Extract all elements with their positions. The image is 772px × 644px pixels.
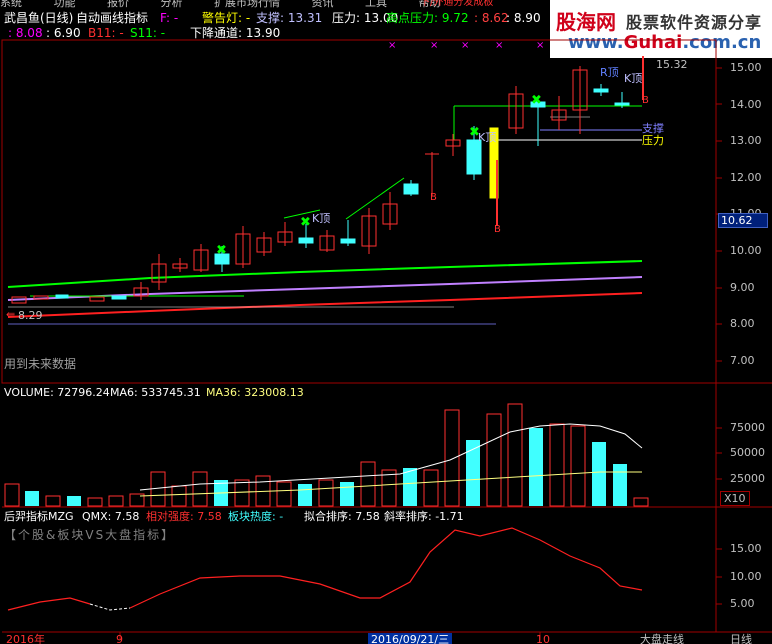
svg-text:✖: ✖ <box>531 93 542 108</box>
indicator-name: 后羿指标MZG <box>4 510 74 523</box>
relative-strength-value: 相对强度: 7.58 <box>146 510 222 523</box>
axis-day: 10 <box>536 633 550 644</box>
stock-chart-window: { "menu": ["系统", "功能", "报价", "分析", "扩展市场… <box>0 0 772 644</box>
k-top-label-3: K顶 <box>624 72 643 85</box>
volume-value: VOLUME: 72796.24 <box>4 386 110 399</box>
k-top-label-1: K顶 <box>312 212 331 225</box>
index-trend-button[interactable]: 大盘走线 <box>640 633 684 644</box>
indicator-subtitle: 【个股&板块VS大盘指标】 <box>4 528 176 542</box>
period-button[interactable]: 日线 <box>730 633 752 644</box>
chart-canvas: × × × × × ✖✖✖✖ BBB ⇚ <box>1 39 772 640</box>
axis-month: 9 <box>116 633 123 644</box>
price-tick-9: 9.00 <box>730 281 755 294</box>
price-tick-10: 10.00 <box>730 244 762 257</box>
svg-text:×: × <box>461 40 469 51</box>
svg-text:✖: ✖ <box>216 243 227 258</box>
qmx-value: QMX: 7.58 <box>82 510 140 523</box>
price-tick-15: 15.00 <box>730 61 762 74</box>
svg-text:×: × <box>388 40 396 51</box>
svg-text:B: B <box>430 192 437 203</box>
axis-current-date[interactable]: 2016/09/21/三 <box>368 633 453 644</box>
low-price-label: 8.29 <box>18 309 43 322</box>
price-tick-7: 7.00 <box>730 354 755 367</box>
svg-text:×: × <box>536 40 544 51</box>
slope-rank-value: 斜率排序: -1.71 <box>384 510 464 523</box>
svg-text:⇚: ⇚ <box>6 308 15 321</box>
k-top-label-2: K顶 <box>478 131 497 144</box>
svg-text:B: B <box>494 224 501 235</box>
indicator-line <box>129 527 643 609</box>
high-price-label: 15.32 <box>656 58 688 71</box>
current-price-tag: 10.62 <box>718 213 768 228</box>
volume-tick-75000: 75000 <box>730 421 765 434</box>
price-tick-14: 14.00 <box>730 98 762 111</box>
price-tick-8: 8.00 <box>730 317 755 330</box>
price-panel-frame <box>1 39 717 384</box>
volume-tick-50000: 50000 <box>730 446 765 459</box>
r-top-label: R顶 <box>600 66 619 79</box>
volume-unit: X10 <box>720 491 750 506</box>
volume-ma6: MA6: 533745.31 <box>110 386 201 399</box>
future-data-note: 用到未来数据 <box>4 357 77 371</box>
indicator-tick-5: 5.00 <box>730 597 755 610</box>
ma-green <box>7 260 643 288</box>
sector-heat-value: 板块热度: - <box>228 510 284 523</box>
volume-tick-25000: 25000 <box>730 472 765 485</box>
volume-ma36: MA36: 323008.13 <box>206 386 304 399</box>
svg-text:B: B <box>642 95 649 106</box>
indicator-tick-10: 10.00 <box>730 570 762 583</box>
pressure-label: 压力 <box>642 134 664 147</box>
axis-year: 2016年 <box>6 633 45 644</box>
svg-text:×: × <box>430 40 438 51</box>
fit-rank-value: 拟合排序: 7.58 <box>304 510 380 523</box>
svg-text:✖: ✖ <box>300 215 311 230</box>
svg-text:×: × <box>495 40 503 51</box>
price-tick-13: 13.00 <box>730 134 762 147</box>
indicator-tick-15: 15.00 <box>730 542 762 555</box>
price-tick-12: 12.00 <box>730 171 762 184</box>
